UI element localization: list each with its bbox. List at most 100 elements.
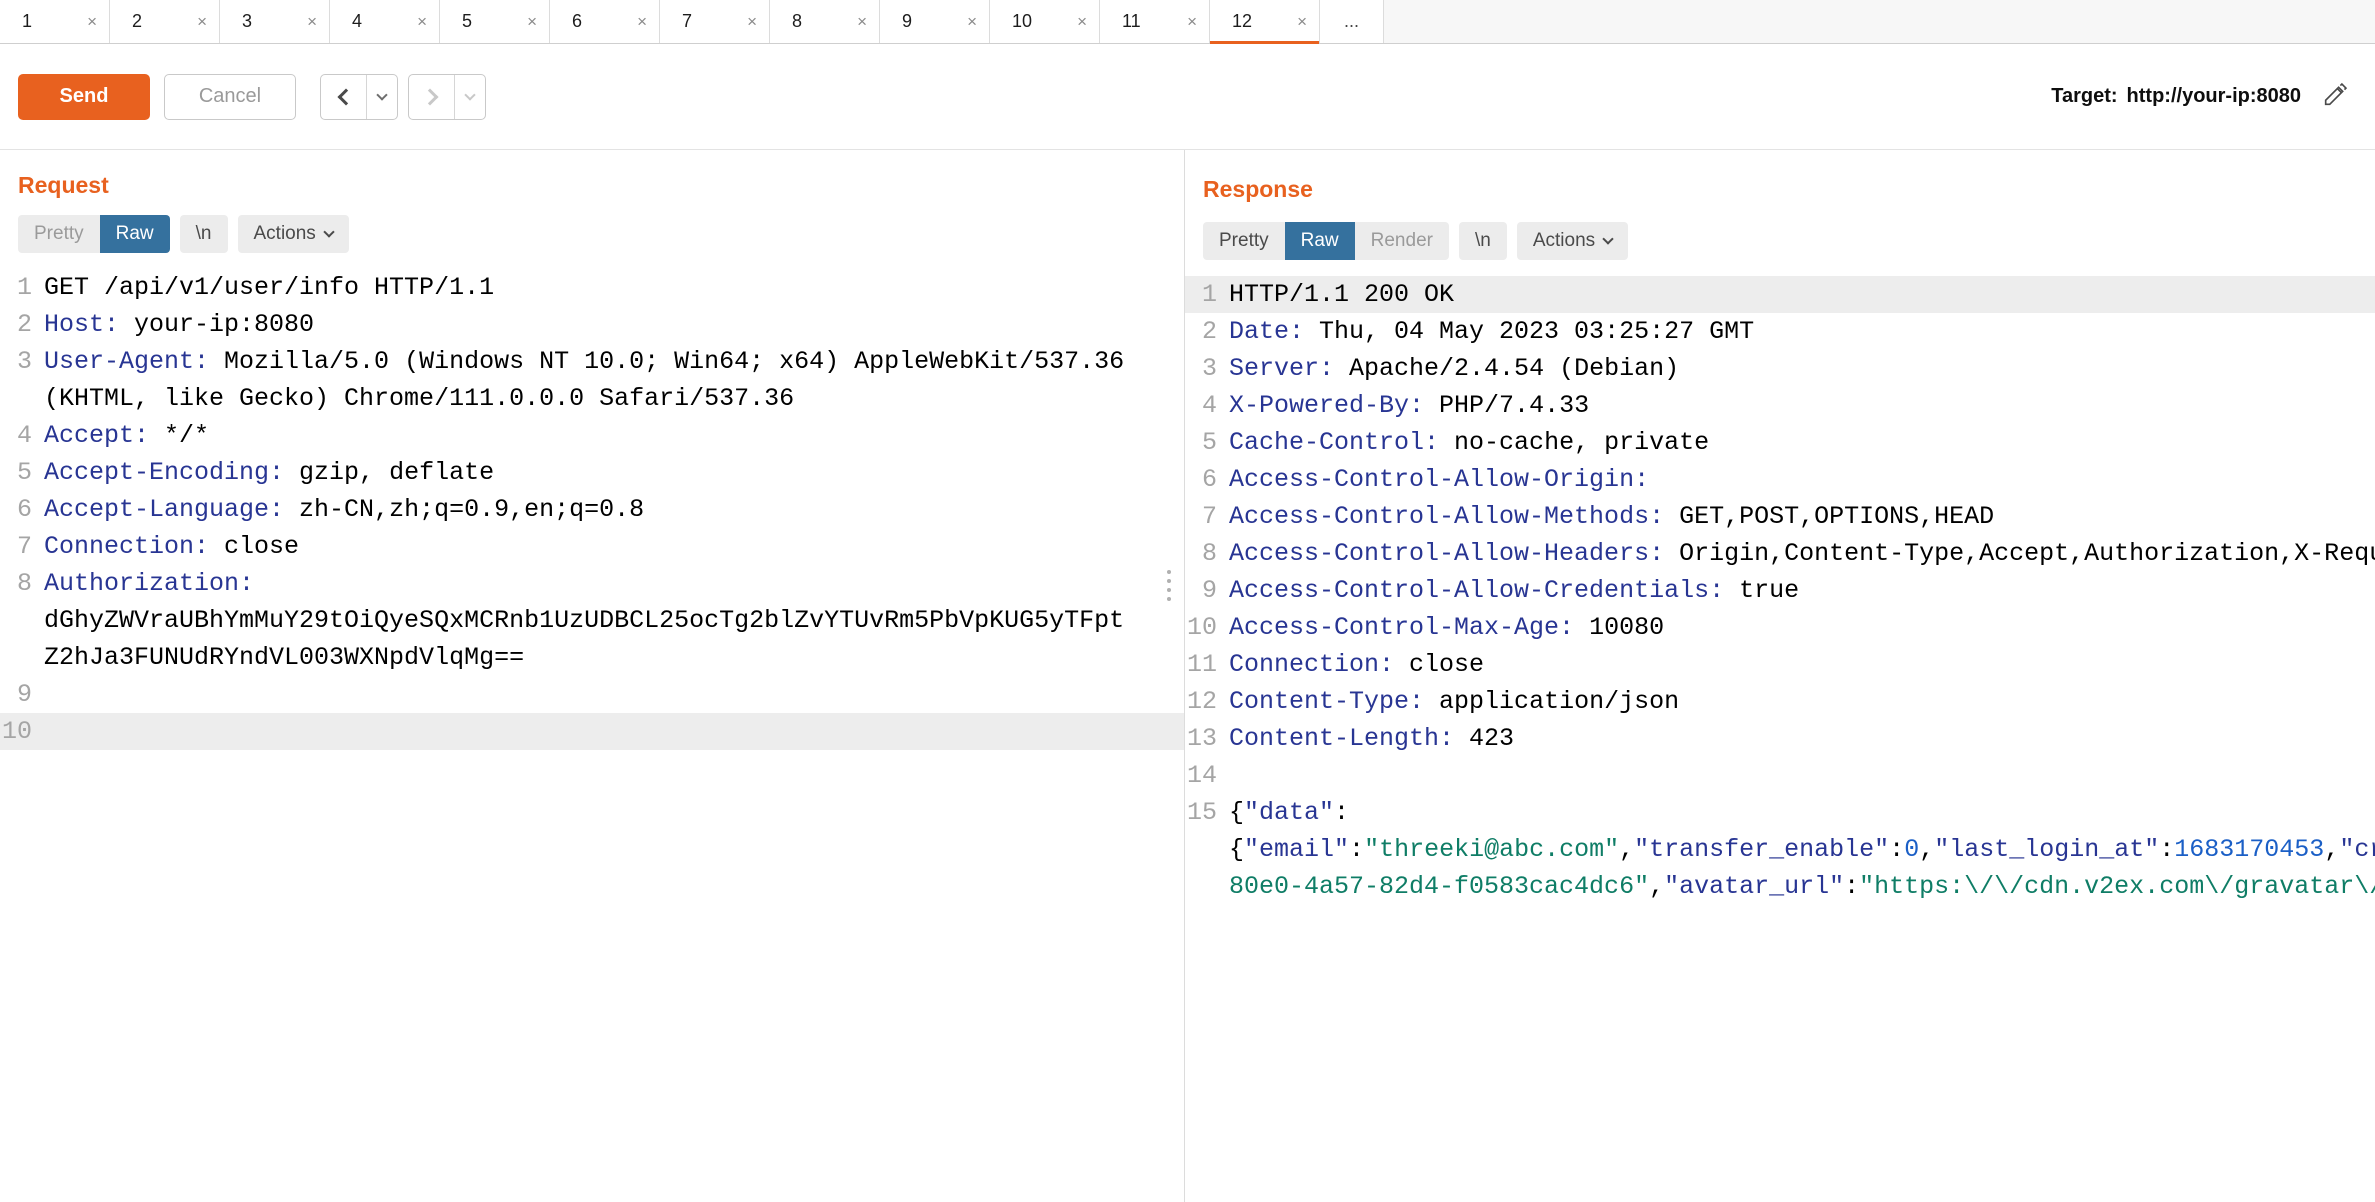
code-token: , <box>2324 835 2339 864</box>
editor-line: 13Content-Length: 423 <box>1185 720 2375 757</box>
editor-line: 5Cache-Control: no-cache, private <box>1185 424 2375 461</box>
code-token: application/json <box>1424 687 1679 716</box>
code-token: GET,POST,OPTIONS,HEAD <box>1664 502 1994 531</box>
forward-history-dropdown[interactable] <box>455 75 485 119</box>
editor-line: 12Content-Type: application/json <box>1185 683 2375 720</box>
close-tab-icon[interactable]: × <box>307 13 317 30</box>
close-tab-icon[interactable]: × <box>1187 13 1197 30</box>
back-button-group <box>320 74 398 120</box>
response-actions-menu[interactable]: Actions <box>1517 222 1628 260</box>
chevron-down-icon <box>323 226 334 237</box>
tab-label: 3 <box>242 11 252 32</box>
repeater-tab-2[interactable]: 2× <box>110 0 220 43</box>
line-number: 9 <box>0 676 44 713</box>
repeater-tab-11[interactable]: 11× <box>1100 0 1210 43</box>
repeater-tab-8[interactable]: 8× <box>770 0 880 43</box>
code-token: Origin,Content-Type,Accept,Authorization… <box>1664 539 2375 568</box>
line-content: {"data":{"email":"threeki@abc.com","tran… <box>1229 794 2375 905</box>
line-content: Date: Thu, 04 May 2023 03:25:27 GMT <box>1229 313 2375 350</box>
line-content: Accept-Language: zh-CN,zh;q=0.9,en;q=0.8 <box>44 491 1184 528</box>
editor-line: 9Access-Control-Allow-Credentials: true <box>1185 572 2375 609</box>
target-display: Target: http://your-ip:8080 <box>2051 85 2301 108</box>
forward-button-group <box>408 74 486 120</box>
close-tab-icon[interactable]: × <box>1077 13 1087 30</box>
code-token: Cache-Control: <box>1229 428 1439 457</box>
code-token: Host: <box>44 310 119 339</box>
request-tab-raw[interactable]: Raw <box>100 215 170 253</box>
edit-target-button[interactable] <box>2319 79 2351 114</box>
repeater-tab-5[interactable]: 5× <box>440 0 550 43</box>
code-token: : <box>2159 835 2174 864</box>
code-token: PHP/7.4.33 <box>1424 391 1589 420</box>
close-tab-icon[interactable]: × <box>637 13 647 30</box>
back-history-dropdown[interactable] <box>367 75 397 119</box>
response-title: Response <box>1203 176 1313 203</box>
cancel-button[interactable]: Cancel <box>164 74 296 120</box>
target-url: http://your-ip:8080 <box>2127 85 2301 108</box>
response-editor[interactable]: 1HTTP/1.1 200 OK2Date: Thu, 04 May 2023 … <box>1185 276 2375 905</box>
repeater-tab-7[interactable]: 7× <box>660 0 770 43</box>
code-token: , <box>1649 872 1664 901</box>
code-token: Connection: <box>44 532 209 561</box>
request-tab-pretty[interactable]: Pretty <box>18 215 100 253</box>
chevron-right-icon <box>421 88 438 105</box>
repeater-tab-9[interactable]: 9× <box>880 0 990 43</box>
line-content: HTTP/1.1 200 OK <box>1229 276 2375 313</box>
forward-button[interactable] <box>409 75 455 119</box>
chevron-down-icon <box>376 89 387 100</box>
close-tab-icon[interactable]: × <box>527 13 537 30</box>
line-content: Accept: */* <box>44 417 1184 454</box>
request-actions-label: Actions <box>254 223 316 245</box>
panel-splitter[interactable] <box>1184 150 1185 1202</box>
close-tab-icon[interactable]: × <box>197 13 207 30</box>
tab-list: 1×2×3×4×5×6×7×8×9×10×11×12× <box>0 0 1320 43</box>
request-editor[interactable]: 1GET /api/v1/user/info HTTP/1.12Host: yo… <box>0 269 1184 750</box>
editor-line: 6Accept-Language: zh-CN,zh;q=0.9,en;q=0.… <box>0 491 1184 528</box>
code-token: gzip, deflate <box>284 458 494 487</box>
back-button[interactable] <box>321 75 367 119</box>
response-actions-label: Actions <box>1533 230 1595 252</box>
code-token: Thu, 04 May 2023 03:25:27 GMT <box>1304 317 1754 346</box>
tab-overflow-label: ... <box>1344 11 1359 32</box>
tab-label: 4 <box>352 11 362 32</box>
code-token: Accept-Language: <box>44 495 284 524</box>
close-tab-icon[interactable]: × <box>967 13 977 30</box>
chevron-down-icon <box>464 89 475 100</box>
tab-overflow[interactable]: ... <box>1320 0 1384 43</box>
code-token: Date: <box>1229 317 1304 346</box>
repeater-tab-6[interactable]: 6× <box>550 0 660 43</box>
repeater-tab-1[interactable]: 1× <box>0 0 110 43</box>
request-actions-menu[interactable]: Actions <box>238 215 349 253</box>
code-token: Access-Control-Allow-Origin: <box>1229 465 1649 494</box>
close-tab-icon[interactable]: × <box>1297 13 1307 30</box>
code-token: HTTP/1.1 200 OK <box>1229 280 1454 309</box>
response-view-segment: Pretty Raw Render <box>1203 222 1449 260</box>
line-number: 5 <box>1185 424 1229 461</box>
tab-label: 6 <box>572 11 582 32</box>
response-tab-pretty[interactable]: Pretty <box>1203 222 1285 260</box>
code-token <box>1649 465 1664 494</box>
request-newline-toggle[interactable]: \n <box>180 215 228 253</box>
repeater-tab-12[interactable]: 12× <box>1210 0 1320 43</box>
repeater-tab-4[interactable]: 4× <box>330 0 440 43</box>
toolbar: Send Cancel Target: http://your-ip:8080 <box>0 44 2375 150</box>
send-button[interactable]: Send <box>18 74 150 120</box>
close-tab-icon[interactable]: × <box>857 13 867 30</box>
response-panel: Response <box>1185 150 2375 1202</box>
line-number: 1 <box>1185 276 1229 313</box>
response-newline-toggle[interactable]: \n <box>1459 222 1507 260</box>
editor-line: 1GET /api/v1/user/info HTTP/1.1 <box>0 269 1184 306</box>
line-number: 10 <box>1185 609 1229 646</box>
line-number: 11 <box>1185 646 1229 683</box>
close-tab-icon[interactable]: × <box>87 13 97 30</box>
repeater-tab-3[interactable]: 3× <box>220 0 330 43</box>
code-token: close <box>209 532 299 561</box>
close-tab-icon[interactable]: × <box>747 13 757 30</box>
response-tab-raw[interactable]: Raw <box>1285 222 1355 260</box>
line-content: Connection: close <box>1229 646 2375 683</box>
line-content <box>1229 757 2375 794</box>
response-tab-render[interactable]: Render <box>1355 222 1449 260</box>
repeater-tab-10[interactable]: 10× <box>990 0 1100 43</box>
close-tab-icon[interactable]: × <box>417 13 427 30</box>
code-token: Authorization: <box>44 569 254 598</box>
